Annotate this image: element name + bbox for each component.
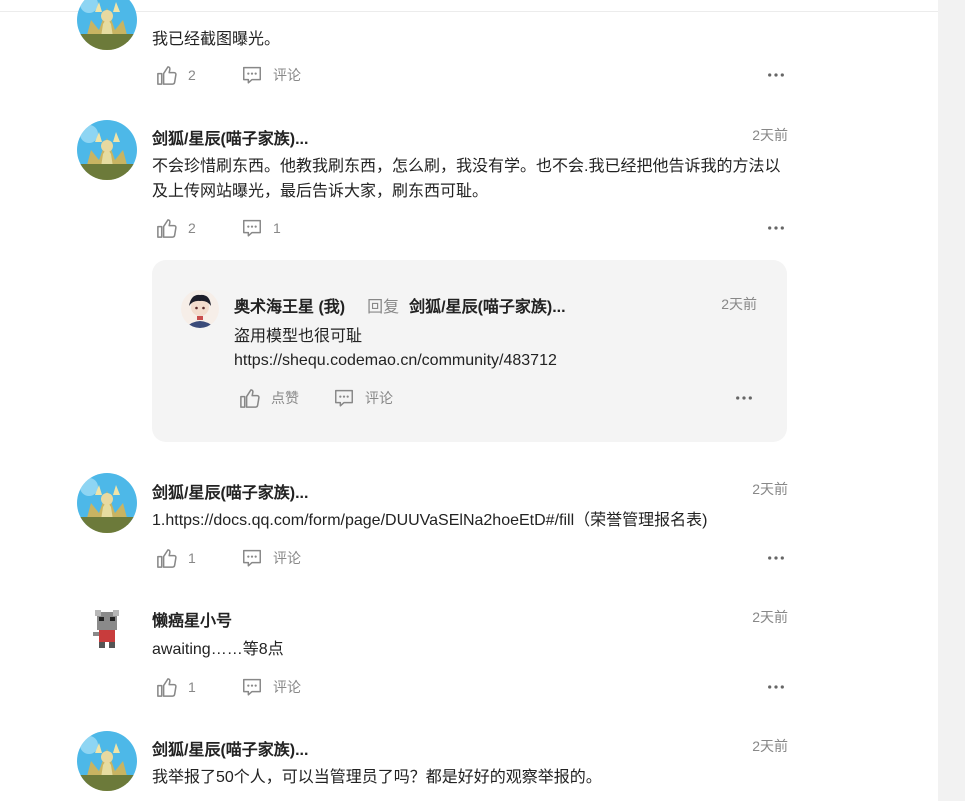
comment-time: 2天前 [752, 127, 788, 143]
user-avatar[interactable] [77, 473, 137, 533]
more-options-button[interactable] [767, 546, 785, 570]
comment-icon [241, 547, 263, 569]
user-avatar[interactable] [77, 120, 137, 180]
comment-label: 评论 [273, 67, 301, 83]
thumbs-up-icon [155, 547, 178, 570]
user-avatar[interactable] [77, 731, 137, 791]
comment-text: 不会珍惜刷东西。他教我刷东西，怎么刷，我没有学。也不会.我已经把他告诉我的方法以… [152, 158, 781, 200]
comment-icon [241, 64, 263, 86]
like-button[interactable]: 点赞 [238, 386, 299, 410]
comment-button[interactable]: 1 [241, 216, 281, 240]
thumbs-up-icon [155, 64, 178, 87]
more-options-button[interactable] [767, 675, 785, 699]
reply-author[interactable]: 奥术海王星 (我) [234, 299, 345, 316]
thumbs-up-icon [155, 217, 178, 240]
comment-button[interactable]: 评论 [241, 63, 301, 87]
like-count: 2 [188, 220, 196, 236]
comment-author[interactable]: 剑狐/星辰(喵子家族)... [152, 736, 308, 760]
reply-target[interactable]: 剑狐/星辰(喵子家族)... [409, 299, 565, 316]
like-label: 点赞 [271, 390, 299, 406]
comment-text: 我已经截图曝光。 [152, 31, 281, 48]
user-avatar[interactable] [77, 600, 137, 660]
comment-count: 1 [273, 220, 281, 236]
comment-actions: 1 评论 [155, 546, 785, 570]
comment-icon [241, 676, 263, 698]
comment-label: 评论 [273, 679, 301, 695]
reply-avatar[interactable] [181, 290, 219, 328]
reply-time: 2天前 [721, 296, 757, 312]
like-button[interactable]: 1 [155, 675, 196, 699]
more-options-button[interactable] [767, 216, 785, 240]
comment-icon [241, 217, 263, 239]
comment-time: 2天前 [752, 481, 788, 497]
like-button[interactable]: 2 [155, 216, 196, 240]
comment-text: awaiting……等8点 [152, 641, 284, 658]
comment-actions: 1 评论 [155, 675, 785, 699]
comment-label: 评论 [365, 390, 393, 406]
reply-header: 奥术海王星 (我) 回复 剑狐/星辰(喵子家族)... [234, 293, 566, 317]
comment-author[interactable]: 剑狐/星辰(喵子家族)... [152, 125, 308, 149]
more-options-button[interactable] [735, 386, 753, 410]
comment-icon [333, 387, 355, 409]
like-count: 1 [188, 679, 196, 695]
like-button[interactable]: 2 [155, 63, 196, 87]
more-dots-icon [767, 72, 785, 78]
thumbs-up-icon [155, 676, 178, 699]
comment-author[interactable]: 剑狐/星辰(喵子家族)... [152, 479, 308, 503]
comment-time: 2天前 [752, 609, 788, 625]
scrollbar-track[interactable] [938, 0, 965, 801]
more-dots-icon [735, 395, 753, 401]
comment-text: 我举报了50个人，可以当管理员了吗？都是好好的观察举报的。 [152, 769, 602, 786]
comment-actions: 2 评论 [155, 63, 785, 87]
thumbs-up-icon [238, 387, 261, 410]
more-dots-icon [767, 225, 785, 231]
reply-text: 盗用模型也很可耻 https://shequ.codemao.cn/commun… [234, 325, 557, 373]
reply-line: 盗用模型也很可耻 [234, 328, 363, 345]
user-avatar[interactable] [77, 0, 137, 50]
comment-button[interactable]: 评论 [241, 675, 301, 699]
comment-time: 2天前 [752, 738, 788, 754]
comment-actions: 2 1 [155, 216, 785, 240]
comment-author[interactable]: 懒癌星小号 [152, 607, 232, 631]
reply-verb: 回复 [367, 299, 400, 316]
comment-button[interactable]: 评论 [241, 546, 301, 570]
more-options-button[interactable] [767, 63, 785, 87]
top-divider [0, 11, 938, 12]
reply-link[interactable]: https://shequ.codemao.cn/community/48371… [234, 349, 557, 373]
like-button[interactable]: 1 [155, 546, 196, 570]
like-count: 1 [188, 550, 196, 566]
more-dots-icon [767, 684, 785, 690]
comment-button[interactable]: 评论 [333, 386, 393, 410]
comment-label: 评论 [273, 550, 301, 566]
more-dots-icon [767, 555, 785, 561]
comment-text: 1.https://docs.qq.com/form/page/DUUVaSEl… [152, 512, 708, 529]
reply-actions: 点赞 评论 [238, 386, 753, 410]
reply-thread: 奥术海王星 (我) 回复 剑狐/星辰(喵子家族)... 2天前 盗用模型也很可耻 h… [152, 260, 787, 442]
like-count: 2 [188, 67, 196, 83]
